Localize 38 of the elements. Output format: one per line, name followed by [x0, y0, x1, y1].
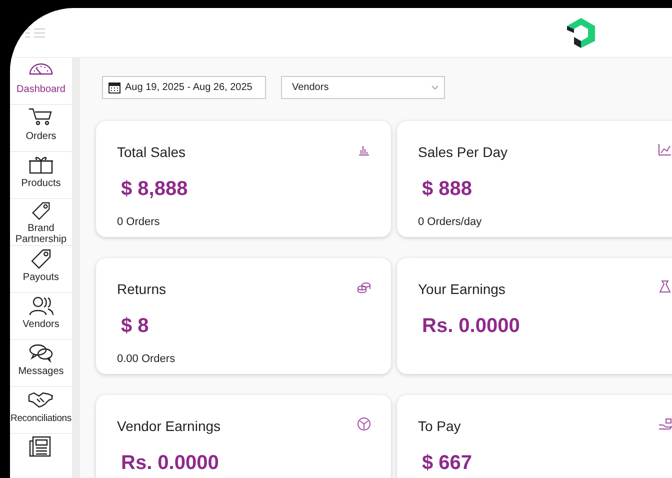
- card-value: Rs. 0.0000: [422, 314, 521, 339]
- card-note: 0.00 Orders: [117, 352, 176, 367]
- gift-icon: [28, 154, 54, 176]
- calendar-icon: [108, 81, 121, 94]
- card-note: 0 Orders/day: [418, 215, 483, 230]
- sidebar-item[interactable]: Vendors: [10, 293, 72, 340]
- card-value: $ 888: [422, 177, 474, 202]
- sidebar-item[interactable]: Products: [10, 152, 72, 199]
- vendor-select[interactable]: Vendors: [281, 76, 445, 99]
- wheel-icon: [357, 417, 371, 431]
- vendor-select-text: Vendors: [292, 81, 329, 95]
- date-range-text: Aug 19, 2025 - Aug 26, 2025: [125, 81, 252, 95]
- card-title: Total Sales: [117, 143, 186, 162]
- sidebar-item[interactable]: Orders: [10, 105, 72, 152]
- date-range-field[interactable]: Aug 19, 2025 - Aug 26, 2025: [102, 76, 266, 99]
- logo-icon: [566, 16, 596, 48]
- card-title: Returns: [117, 280, 166, 299]
- card-note: 0 Orders: [117, 215, 161, 230]
- chat-icon: [28, 342, 54, 364]
- sidebar-item[interactable]: Messages: [10, 340, 72, 387]
- bar-chart-icon: [357, 143, 371, 157]
- line-chart-icon: [658, 143, 672, 157]
- card-title: To Pay: [418, 417, 461, 436]
- card-value: $ 8,888: [121, 177, 189, 202]
- sidebar-item[interactable]: Payouts: [10, 246, 72, 293]
- card-value: Rs. 0.0000: [121, 451, 220, 476]
- people-icon: [28, 295, 54, 317]
- card-value: $ 667: [422, 451, 474, 476]
- menu-icon[interactable]: [24, 26, 46, 38]
- chevron-icon: [431, 85, 439, 90]
- sidebar-item[interactable]: Dashboard: [10, 58, 72, 105]
- card-title: Vendor Earnings: [117, 417, 221, 436]
- sidebar-item[interactable]: Reconciliations: [10, 387, 72, 434]
- coins-icon: [357, 280, 371, 294]
- card-title: Your Earnings: [418, 280, 506, 299]
- card-value: $ 8: [121, 314, 150, 339]
- card-title: Sales Per Day: [418, 143, 508, 162]
- sidebar-item[interactable]: Brand Partnership: [10, 199, 72, 246]
